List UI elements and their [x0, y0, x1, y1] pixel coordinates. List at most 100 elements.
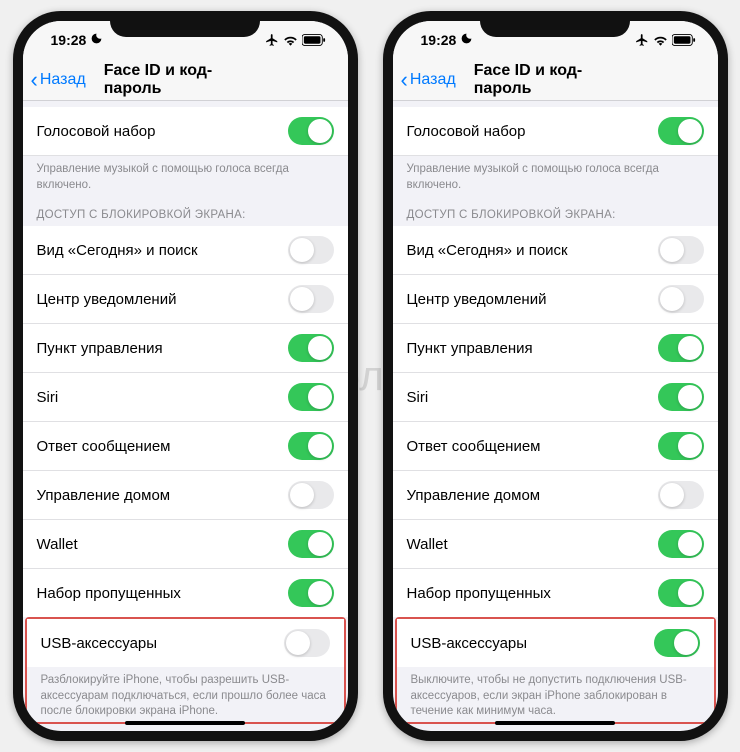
notif-label: Центр уведомлений: [407, 291, 547, 308]
siri-label: Siri: [407, 389, 429, 406]
control-toggle[interactable]: [288, 334, 334, 362]
siri-toggle[interactable]: [658, 383, 704, 411]
reply-toggle[interactable]: [658, 432, 704, 460]
home-row[interactable]: Управление домом: [393, 471, 718, 520]
back-button[interactable]: ‹ Назад: [401, 69, 456, 91]
reply-row[interactable]: Ответ сообщением: [393, 422, 718, 471]
usb-highlight: USB-аксессуары Выключите, чтобы не допус…: [395, 617, 716, 724]
lock-access-header: ДОСТУП С БЛОКИРОВКОЙ ЭКРАНА:: [23, 195, 348, 226]
usb-footer: Выключите, чтобы не допустить подключени…: [397, 667, 714, 722]
today-label: Вид «Сегодня» и поиск: [407, 242, 568, 259]
nav-title: Face ID и код-пароль: [474, 62, 637, 98]
back-button[interactable]: ‹ Назад: [31, 69, 86, 91]
usb-toggle[interactable]: [654, 629, 700, 657]
wallet-label: Wallet: [407, 536, 448, 553]
wallet-toggle[interactable]: [288, 530, 334, 558]
today-toggle[interactable]: [288, 236, 334, 264]
control-label: Пункт управления: [407, 340, 533, 357]
missed-toggle[interactable]: [288, 579, 334, 607]
usb-row[interactable]: USB-аксессуары: [397, 619, 714, 667]
control-row[interactable]: Пункт управления: [393, 324, 718, 373]
nav-title: Face ID и код-пароль: [104, 62, 267, 98]
home-label: Управление домом: [37, 487, 171, 504]
airplane-icon: [635, 33, 649, 47]
voice-dial-toggle[interactable]: [658, 117, 704, 145]
phone-frame-left: 19:28 ‹ Назад Face ID и код-пароль Голос…: [13, 11, 358, 741]
today-row[interactable]: Вид «Сегодня» и поиск: [23, 226, 348, 275]
voice-dial-toggle[interactable]: [288, 117, 334, 145]
home-toggle[interactable]: [288, 481, 334, 509]
back-label: Назад: [410, 71, 456, 89]
siri-row[interactable]: Siri: [393, 373, 718, 422]
chevron-left-icon: ‹: [401, 69, 408, 91]
usb-footer: Разблокируйте iPhone, чтобы разрешить US…: [27, 667, 344, 722]
usb-highlight: USB-аксессуары Разблокируйте iPhone, что…: [25, 617, 346, 724]
missed-toggle[interactable]: [658, 579, 704, 607]
notch: [110, 11, 260, 37]
today-row[interactable]: Вид «Сегодня» и поиск: [393, 226, 718, 275]
wallet-row[interactable]: Wallet: [23, 520, 348, 569]
siri-row[interactable]: Siri: [23, 373, 348, 422]
nav-bar: ‹ Назад Face ID и код-пароль: [23, 59, 348, 101]
missed-label: Набор пропущенных: [37, 585, 181, 602]
airplane-icon: [265, 33, 279, 47]
status-time: 19:28: [51, 32, 87, 48]
home-indicator[interactable]: [495, 721, 615, 725]
voice-dial-row[interactable]: Голосовой набор: [23, 107, 348, 156]
notif-toggle[interactable]: [288, 285, 334, 313]
voice-dial-label: Голосовой набор: [37, 123, 156, 140]
wifi-icon: [653, 34, 668, 46]
siri-toggle[interactable]: [288, 383, 334, 411]
dnd-icon: [460, 32, 473, 48]
battery-icon: [302, 34, 326, 46]
lock-access-group: Вид «Сегодня» и поиск Центр уведомлений …: [23, 226, 348, 617]
lock-access-group: Вид «Сегодня» и поиск Центр уведомлений …: [393, 226, 718, 617]
today-toggle[interactable]: [658, 236, 704, 264]
voice-dial-footer: Управление музыкой с помощью голоса всег…: [393, 156, 718, 195]
siri-label: Siri: [37, 389, 59, 406]
home-label: Управление домом: [407, 487, 541, 504]
missed-row[interactable]: Набор пропущенных: [23, 569, 348, 617]
wallet-label: Wallet: [37, 536, 78, 553]
dnd-icon: [90, 32, 103, 48]
missed-row[interactable]: Набор пропущенных: [393, 569, 718, 617]
status-time: 19:28: [421, 32, 457, 48]
usb-label: USB-аксессуары: [411, 635, 528, 652]
notch: [480, 11, 630, 37]
reply-row[interactable]: Ответ сообщением: [23, 422, 348, 471]
usb-toggle[interactable]: [284, 629, 330, 657]
usb-label: USB-аксессуары: [41, 635, 158, 652]
voice-dial-footer: Управление музыкой с помощью голоса всег…: [23, 156, 348, 195]
voice-dial-row[interactable]: Голосовой набор: [393, 107, 718, 156]
control-toggle[interactable]: [658, 334, 704, 362]
chevron-left-icon: ‹: [31, 69, 38, 91]
missed-label: Набор пропущенных: [407, 585, 551, 602]
battery-icon: [672, 34, 696, 46]
screen: 19:28 ‹ Назад Face ID и код-пароль Голос…: [393, 21, 718, 731]
wallet-row[interactable]: Wallet: [393, 520, 718, 569]
nav-bar: ‹ Назад Face ID и код-пароль: [393, 59, 718, 101]
wifi-icon: [283, 34, 298, 46]
control-label: Пункт управления: [37, 340, 163, 357]
content-area: Голосовой набор Управление музыкой с пом…: [393, 101, 718, 731]
notif-row[interactable]: Центр уведомлений: [393, 275, 718, 324]
lock-access-header: ДОСТУП С БЛОКИРОВКОЙ ЭКРАНА:: [393, 195, 718, 226]
phone-frame-right: 19:28 ‹ Назад Face ID и код-пароль Голос…: [383, 11, 728, 741]
reply-toggle[interactable]: [288, 432, 334, 460]
notif-row[interactable]: Центр уведомлений: [23, 275, 348, 324]
reply-label: Ответ сообщением: [407, 438, 541, 455]
notif-label: Центр уведомлений: [37, 291, 177, 308]
notif-toggle[interactable]: [658, 285, 704, 313]
home-indicator[interactable]: [125, 721, 245, 725]
today-label: Вид «Сегодня» и поиск: [37, 242, 198, 259]
content-area: Голосовой набор Управление музыкой с пом…: [23, 101, 348, 731]
voice-dial-label: Голосовой набор: [407, 123, 526, 140]
home-toggle[interactable]: [658, 481, 704, 509]
reply-label: Ответ сообщением: [37, 438, 171, 455]
control-row[interactable]: Пункт управления: [23, 324, 348, 373]
back-label: Назад: [40, 71, 86, 89]
screen: 19:28 ‹ Назад Face ID и код-пароль Голос…: [23, 21, 348, 731]
usb-row[interactable]: USB-аксессуары: [27, 619, 344, 667]
home-row[interactable]: Управление домом: [23, 471, 348, 520]
wallet-toggle[interactable]: [658, 530, 704, 558]
